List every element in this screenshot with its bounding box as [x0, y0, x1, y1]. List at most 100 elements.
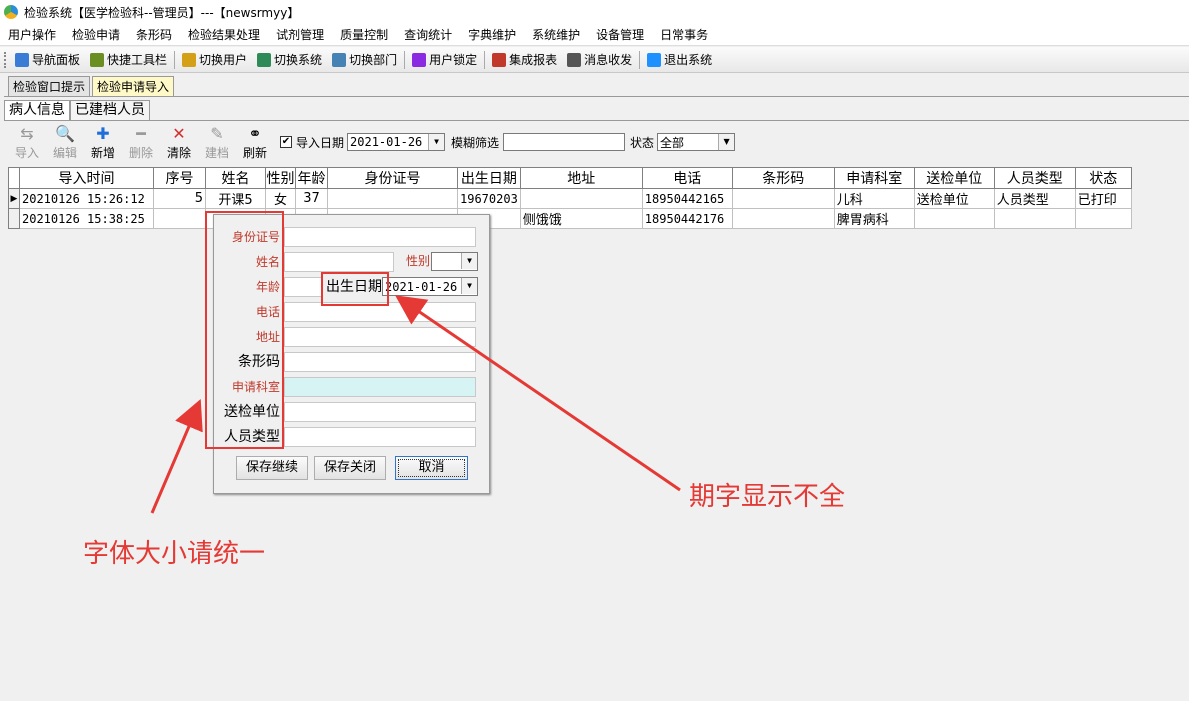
title-bar: 检验系统【医学检验科--管理员】---【newsrmyy】: [0, 0, 1189, 24]
action-bar: ⇆ 导入 🔍 编辑 ✚ 新增 ━ 删除 ✕ 清除 ✎ 建档 ⚭ 刷新: [8, 124, 274, 164]
column-header-4[interactable]: 年龄: [295, 167, 328, 189]
label-column-highlight: [205, 211, 284, 449]
tab-archived-persons[interactable]: 已建档人员: [70, 100, 150, 120]
save-continue-button[interactable]: 保存继续: [236, 456, 308, 480]
filter-bar: ✔ 导入日期 2021-01-26 ▼ 模糊筛选 状态 全部 ▼: [280, 133, 736, 151]
fuzzy-filter-input[interactable]: [503, 133, 626, 151]
cell-9: [731, 188, 835, 209]
toolbar-separator: [404, 50, 406, 69]
menu-item-6[interactable]: 查询统计: [396, 26, 460, 43]
cell-13: 已打印: [1074, 188, 1132, 209]
tab-apply-import[interactable]: 检验申请导入: [92, 76, 175, 96]
action-button-2[interactable]: ✚ 新增: [84, 124, 122, 161]
barcode-input[interactable]: [284, 352, 476, 372]
toolbar-button-5[interactable]: 用户锁定: [407, 49, 482, 71]
toolbar-grip-icon[interactable]: [4, 51, 7, 68]
table-row[interactable]: ▶ 20210126 15:26:12 5 开课5 女 37 19670203 1895044…: [8, 188, 1132, 209]
menu-item-7[interactable]: 字典维护: [460, 26, 524, 43]
sex-select[interactable]: ▼: [431, 252, 478, 271]
column-header-0[interactable]: 导入时间: [19, 167, 154, 189]
action-label: 删除: [128, 146, 153, 160]
column-header-11[interactable]: 送检单位: [913, 167, 995, 189]
action-button-3[interactable]: ━ 删除: [122, 124, 160, 161]
action-button-6[interactable]: ⚭ 刷新: [236, 124, 274, 161]
toolbar-button-8[interactable]: 退出系统: [642, 49, 717, 71]
chevron-down-icon[interactable]: ▼: [461, 253, 477, 269]
menu-item-1[interactable]: 检验申请: [64, 26, 128, 43]
menu-item-9[interactable]: 设备管理: [588, 26, 652, 43]
name-input[interactable]: [284, 252, 394, 272]
column-header-7[interactable]: 地址: [519, 167, 643, 189]
toolbar-icon-5: [412, 52, 427, 67]
action-button-1[interactable]: 🔍 编辑: [46, 124, 84, 161]
toolbar-button-1[interactable]: 快捷工具栏: [85, 49, 172, 71]
menu-item-5[interactable]: 质量控制: [332, 26, 396, 43]
send-unit-input[interactable]: [284, 402, 476, 422]
column-header-3[interactable]: 性别: [265, 167, 296, 189]
chevron-down-icon[interactable]: ▼: [718, 134, 735, 150]
action-label: 建档: [204, 146, 229, 160]
document-tabs: 检验窗口提示 检验申请导入: [0, 76, 175, 96]
menu-item-3[interactable]: 检验结果处理: [180, 26, 268, 43]
row-indicator[interactable]: [8, 208, 20, 229]
menu-item-2[interactable]: 条形码: [128, 26, 180, 43]
cell-5: [327, 188, 458, 209]
import-grid: 导入时间 序号 姓名 性别 年龄 身份证号 出生日期 地址 电话 条形码 申请科室 送检单位 人员类型状…: [8, 167, 1132, 229]
toolbar-icon-1: [90, 52, 105, 67]
menu-item-4[interactable]: 试剂管理: [268, 26, 332, 43]
main-toolbar: 导航面板 快捷工具栏 切换用户 切换系统 切换部门 用户锁定 集成报表 消息收发 退出系统: [0, 47, 1189, 73]
apply-dept-input[interactable]: [284, 377, 476, 397]
menu-item-0[interactable]: 用户操作: [0, 26, 64, 43]
status-select[interactable]: 全部 ▼: [657, 133, 736, 151]
person-type-input[interactable]: [284, 427, 476, 447]
action-button-5[interactable]: ✎ 建档: [198, 124, 236, 161]
menu-item-10[interactable]: 日常事务: [652, 26, 716, 43]
status-value: 全部: [660, 135, 685, 150]
column-header-5[interactable]: 身份证号: [327, 167, 458, 189]
column-header-2[interactable]: 姓名: [205, 167, 266, 189]
column-header-1[interactable]: 序号: [153, 167, 206, 189]
action-icon-0: ⇆: [20, 124, 34, 143]
tab-patient-info[interactable]: 病人信息: [4, 100, 70, 120]
cancel-button[interactable]: 取消: [395, 456, 468, 480]
menu-item-8[interactable]: 系统维护: [524, 26, 588, 43]
address-input[interactable]: [284, 327, 476, 347]
action-label: 刷新: [242, 146, 267, 160]
action-icon-2: ✚: [96, 124, 110, 143]
id-number-input[interactable]: [284, 227, 476, 247]
age-input[interactable]: [284, 277, 322, 297]
chevron-down-icon[interactable]: ▼: [461, 278, 477, 294]
window-title: 检验系统【医学检验科--管理员】---【newsrmyy】: [24, 5, 300, 20]
import-date-checkbox[interactable]: ✔: [280, 136, 292, 148]
action-button-0[interactable]: ⇆ 导入: [8, 124, 46, 161]
toolbar-label: 切换用户: [199, 53, 248, 67]
toolbar-button-3[interactable]: 切换系统: [252, 49, 327, 71]
toolbar-button-4[interactable]: 切换部门: [327, 49, 402, 71]
column-header-6[interactable]: 出生日期: [457, 167, 521, 189]
toolbar-icon-7: [567, 52, 582, 67]
birth-date-picker[interactable]: 2021-01-26 ▼: [382, 277, 478, 296]
column-header-10[interactable]: 申请科室: [833, 167, 915, 189]
toolbar-button-2[interactable]: 切换用户: [177, 49, 252, 71]
action-button-4[interactable]: ✕ 清除: [160, 124, 198, 161]
chevron-down-icon[interactable]: ▼: [428, 134, 445, 150]
action-label: 编辑: [52, 146, 77, 160]
tab-window-tips[interactable]: 检验窗口提示: [8, 76, 91, 96]
toolbar-button-7[interactable]: 消息收发: [562, 49, 637, 71]
action-icon-3: ━: [136, 124, 146, 143]
toolbar-button-0[interactable]: 导航面板: [10, 49, 85, 71]
fuzzy-filter-label: 模糊筛选: [451, 135, 500, 150]
column-header-12[interactable]: 人员类型: [993, 167, 1076, 189]
column-header-8[interactable]: 电话: [641, 167, 733, 189]
sub-tabs: 病人信息 已建档人员: [4, 100, 150, 120]
table-row[interactable]: 20210126 15:38:25 侧饿饿 18950442176 脾胃病科: [8, 208, 1132, 229]
import-date-picker[interactable]: 2021-01-26 ▼: [347, 133, 446, 151]
toolbar-button-6[interactable]: 集成报表: [487, 49, 562, 71]
cell-10: 儿科: [833, 188, 915, 209]
toolbar-separator: [174, 50, 176, 69]
save-close-button[interactable]: 保存关闭: [314, 456, 386, 480]
column-header-13[interactable]: 状态: [1074, 167, 1132, 189]
column-header-9[interactable]: 条形码: [731, 167, 835, 189]
row-indicator[interactable]: ▶: [8, 188, 20, 209]
cell-4: 37: [295, 188, 328, 209]
